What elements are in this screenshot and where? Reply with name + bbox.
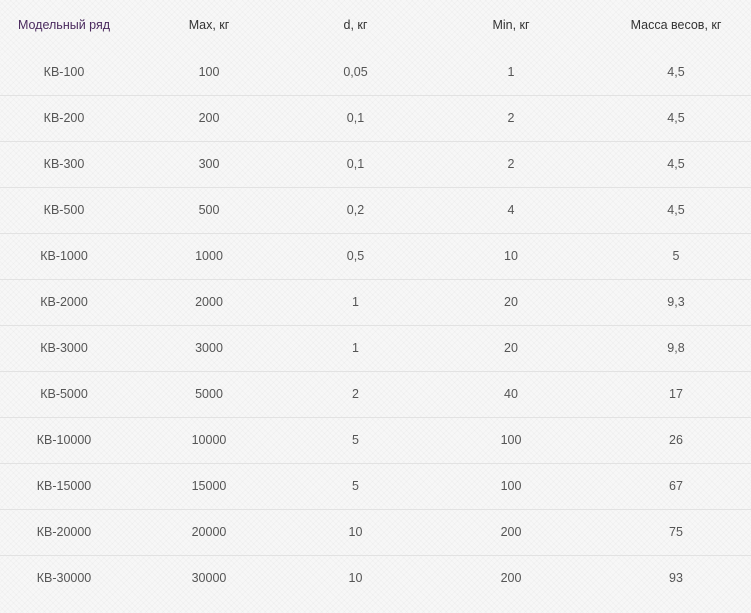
cell-model: КВ-500 [0,186,128,233]
header-model-series: Модельный ряд [17,17,111,32]
cell-mass: 4,5 [601,186,751,233]
cell-min: 2 [421,94,601,141]
table-header: Модельный ряд Max, кг d, кг Min, кг Масс… [0,0,751,49]
cell-mass: 75 [601,508,751,555]
cell-max: 1000 [128,232,290,279]
cell-model: КВ-15000 [0,462,128,509]
cell-d: 10 [290,554,421,601]
cell-model: КВ-200 [0,94,128,141]
cell-max: 300 [128,140,290,187]
cell-d: 5 [290,462,421,509]
header-scale-mass-kg: Масса весов, кг [630,17,722,32]
cell-min: 200 [421,508,601,555]
cell-mass: 9,8 [601,324,751,371]
cell-model: КВ-10000 [0,416,128,463]
cell-max: 15000 [128,462,290,509]
table-row: КВ-3000 3000 1 20 9,8 [0,324,751,371]
cell-min: 40 [421,370,601,417]
cell-min: 200 [421,554,601,601]
cell-model: КВ-5000 [0,370,128,417]
cell-mass: 4,5 [667,64,685,79]
cell-min: 1 [507,64,515,79]
cell-min: 100 [421,416,601,463]
table-row: КВ-300 300 0,1 2 4,5 [0,140,751,187]
cell-max: 500 [128,186,290,233]
cell-min: 2 [421,140,601,187]
cell-mass: 5 [601,232,751,279]
table-row: КВ-2000 2000 1 20 9,3 [0,278,751,325]
cell-max: 20000 [128,508,290,555]
cell-d: 5 [290,416,421,463]
cell-d: 1 [290,324,421,371]
cell-model: КВ-3000 [0,324,128,371]
table-row: КВ-1000 1000 0,5 10 5 [0,232,751,279]
table-row: КВ-30000 30000 10 200 93 [0,554,751,601]
table-row: КВ-15000 15000 5 100 67 [0,462,751,509]
cell-d: 0,1 [290,94,421,141]
cell-model: КВ-300 [0,140,128,187]
cell-min: 10 [421,232,601,279]
cell-mass: 17 [601,370,751,417]
cell-max: 2000 [128,278,290,325]
cell-max: 100 [198,64,220,79]
cell-d: 10 [290,508,421,555]
cell-model: КВ-20000 [0,508,128,555]
table-row: КВ-500 500 0,2 4 4,5 [0,186,751,233]
cell-d: 1 [290,278,421,325]
cell-max: 3000 [128,324,290,371]
cell-model: КВ-2000 [0,278,128,325]
cell-mass: 93 [601,554,751,601]
cell-model: КВ-100 [43,64,85,79]
cell-mass: 26 [601,416,751,463]
table-body: КВ-100 100 0,05 1 4,5 КВ-200 200 0,1 2 4… [0,49,751,601]
specs-table: Модельный ряд Max, кг d, кг Min, кг Масс… [0,0,751,601]
cell-d: 0,5 [290,232,421,279]
table-row: КВ-5000 5000 2 40 17 [0,370,751,417]
cell-mass: 4,5 [601,94,751,141]
cell-d: 0,05 [343,64,368,79]
cell-mass: 67 [601,462,751,509]
cell-min: 4 [421,186,601,233]
cell-mass: 9,3 [601,278,751,325]
header-min-kg: Min, кг [492,17,530,32]
cell-d: 0,2 [290,186,421,233]
table-row: КВ-200 200 0,1 2 4,5 [0,94,751,141]
header-row: Модельный ряд Max, кг d, кг Min, кг Масс… [0,0,751,49]
cell-d: 0,1 [290,140,421,187]
header-d-kg: d, кг [343,17,368,32]
cell-min: 20 [421,324,601,371]
cell-mass: 4,5 [601,140,751,187]
cell-min: 20 [421,278,601,325]
cell-max: 5000 [128,370,290,417]
cell-model: КВ-1000 [0,232,128,279]
cell-max: 30000 [128,554,290,601]
cell-d: 2 [290,370,421,417]
table-row: КВ-100 100 0,05 1 4,5 [0,49,751,95]
cell-max: 10000 [128,416,290,463]
cell-max: 200 [128,94,290,141]
cell-model: КВ-30000 [0,554,128,601]
cell-min: 100 [421,462,601,509]
table-row: КВ-20000 20000 10 200 75 [0,508,751,555]
header-max-kg: Max, кг [188,17,230,32]
table-row: КВ-10000 10000 5 100 26 [0,416,751,463]
